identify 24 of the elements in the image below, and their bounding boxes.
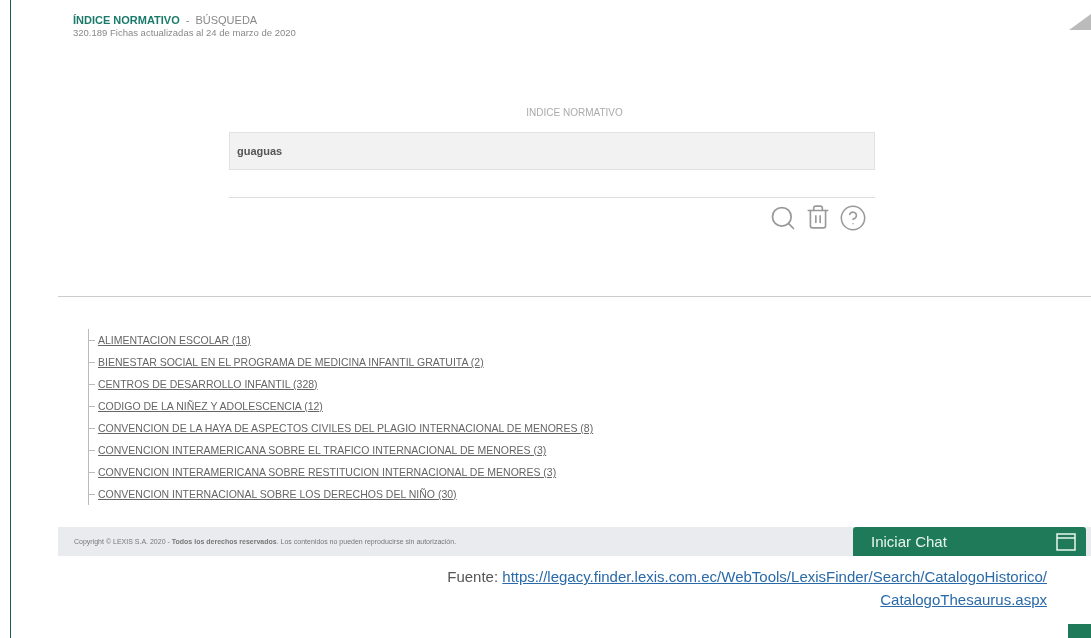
section-title: BÚSQUEDA: [195, 14, 258, 26]
page-title: ÍNDICE NORMATIVO: [73, 14, 180, 26]
result-link[interactable]: CONVENCION INTERAMERICANA SOBRE RESTITUCION INTERNACIONAL DE MENORES (3): [89, 461, 557, 483]
result-link[interactable]: CONVENCION INTERNACIONAL SOBRE LOS DERECHOS DEL NIÑO (30): [89, 483, 457, 505]
source-link[interactable]: CatalogoThesaurus.aspx: [880, 591, 1047, 608]
search-icon[interactable]: [769, 204, 797, 232]
result-link[interactable]: ALIMENTACION ESCOLAR (18): [89, 329, 251, 351]
result-link[interactable]: BIENESTAR SOCIAL EN EL PROGRAMA DE MEDICINA INFANTIL GRATUITA (2): [89, 351, 484, 373]
title-separator: -: [185, 14, 190, 26]
help-icon[interactable]: [839, 204, 867, 232]
search-label: INDICE NORMATIVO: [526, 107, 623, 118]
scroll-up-icon[interactable]: [1069, 14, 1091, 30]
window-icon: [1056, 532, 1076, 551]
result-link[interactable]: CONVENCION INTERAMERICANA SOBRE EL TRAFICO INTERNACIONAL DE MENORES (3): [89, 439, 547, 461]
result-link[interactable]: CONVENCION DE LA HAYA DE ASPECTOS CIVILES DEL PLAGIO INTERNACIONAL DE MENORES (8): [89, 417, 594, 439]
chat-button[interactable]: Iniciar Chat: [853, 527, 1086, 556]
trash-icon[interactable]: [805, 204, 831, 230]
result-link[interactable]: CENTROS DE DESARROLLO INFANTIL (328): [89, 373, 318, 395]
corner-square: [1068, 624, 1091, 638]
record-count: 320.189 Fichas actualizadas al 24 de marzo de 2020: [73, 27, 297, 38]
result-link[interactable]: CODIGO DE LA NIÑEZ Y ADOLESCENCIA (12): [89, 395, 323, 417]
source-link[interactable]: https://legacy.finder.lexis.com.ec/WebTools/LexisFinder/Search/CatalogoHistorico/: [502, 568, 1047, 585]
search-field[interactable]: guaguas: [229, 132, 875, 170]
source-label: Fuente:: [447, 568, 499, 585]
